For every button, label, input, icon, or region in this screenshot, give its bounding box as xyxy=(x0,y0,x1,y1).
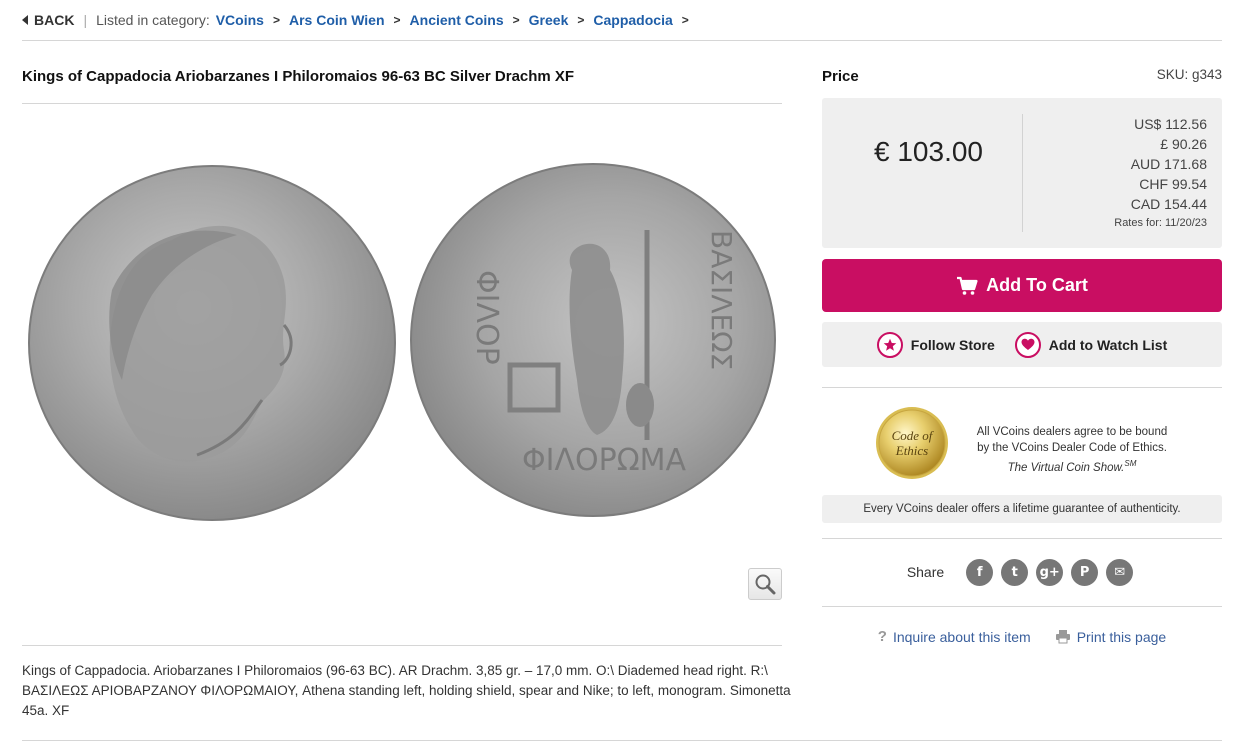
rates-date: Rates for: 11/20/23 xyxy=(1114,217,1207,229)
pinterest-icon[interactable]: P xyxy=(1071,558,1099,586)
printer-icon xyxy=(1055,630,1070,644)
coin-reverse: ΦΙΛΟΡ ΦΙΛΟΡΩΜΑ ΒΑΣΙΛΕΩΣ xyxy=(410,163,776,517)
breadcrumb-link-ancient-coins[interactable]: Ancient Coins xyxy=(410,12,504,28)
inquire-link[interactable]: ? Inquire about this item xyxy=(878,628,1031,645)
coin-obverse xyxy=(28,165,396,521)
print-link[interactable]: Print this page xyxy=(1055,628,1167,645)
ethics-statement: All VCoins dealers agree to be bound by … xyxy=(962,424,1182,476)
breadcrumb-listed-label: Listed in category: xyxy=(96,12,210,28)
follow-store-label: Follow Store xyxy=(910,336,995,353)
add-to-watch-list-button[interactable]: Add to Watch List xyxy=(1014,331,1168,358)
divider xyxy=(22,645,782,646)
coin-image[interactable]: ΦΙΛΟΡ ΦΙΛΟΡΩΜΑ ΒΑΣΙΛΕΩΣ xyxy=(22,150,782,530)
code-of-ethics-seal[interactable]: Code of Ethics xyxy=(875,406,949,480)
sku-label: SKU: g343 xyxy=(1156,67,1222,82)
divider xyxy=(822,606,1222,607)
item-links: ? Inquire about this item Print this pag… xyxy=(822,628,1222,645)
breadcrumb-arrow: > xyxy=(393,13,401,27)
share-label: Share xyxy=(906,564,945,580)
svg-text:ΒΑΣΙΛΕΩΣ: ΒΑΣΙΛΕΩΣ xyxy=(705,230,738,370)
ethics-line: by the VCoins Dealer Code of Ethics. xyxy=(977,442,1167,454)
rate-usd: US$ 112.56 xyxy=(1134,116,1207,132)
print-label: Print this page xyxy=(1076,628,1167,645)
twitter-icon[interactable]: t xyxy=(1001,558,1029,586)
zoom-button[interactable] xyxy=(748,568,782,600)
back-button[interactable]: BACK xyxy=(22,12,74,28)
divider xyxy=(1022,114,1023,232)
ethics-tagline: The Virtual Coin Show.SM xyxy=(1007,459,1137,474)
breadcrumb-arrow: > xyxy=(577,13,585,27)
breadcrumb-link-greek[interactable]: Greek xyxy=(529,12,569,28)
ethics-line: All VCoins dealers agree to be bound xyxy=(976,426,1168,438)
follow-store-button[interactable]: Follow Store xyxy=(876,331,995,358)
rate-aud: AUD 171.68 xyxy=(1130,156,1207,172)
breadcrumb-link-store[interactable]: Ars Coin Wien xyxy=(289,12,385,28)
divider xyxy=(22,40,1222,41)
breadcrumb-divider: | xyxy=(83,12,88,28)
divider xyxy=(22,103,782,104)
breadcrumb-link-vcoins[interactable]: VCoins xyxy=(216,12,264,28)
follow-watch-bar: Follow Store Add to Watch List xyxy=(822,322,1222,367)
svg-text:ΦΙΛΟΡΩΜΑ: ΦΙΛΟΡΩΜΑ xyxy=(522,443,686,478)
back-label: BACK xyxy=(34,12,75,28)
item-description: Kings of Cappadocia. Ariobarzanes I Phil… xyxy=(22,663,791,718)
svg-text:Ethics: Ethics xyxy=(895,443,929,458)
breadcrumb: BACK | Listed in category: VCoins > Ars … xyxy=(22,10,698,30)
rate-cad: CAD 154.44 xyxy=(1130,196,1207,212)
share-row: Share f t g+ P ✉ xyxy=(822,558,1222,586)
breadcrumb-arrow: > xyxy=(512,13,520,27)
star-icon xyxy=(876,331,903,358)
breadcrumb-arrow: > xyxy=(681,13,689,27)
google-plus-icon[interactable]: g+ xyxy=(1036,558,1064,586)
email-icon[interactable]: ✉ xyxy=(1106,558,1134,586)
question-icon: ? xyxy=(877,628,887,645)
svg-text:Code of: Code of xyxy=(892,428,935,443)
breadcrumb-link-cappadocia[interactable]: Cappadocia xyxy=(593,12,672,28)
facebook-icon[interactable]: f xyxy=(966,558,994,586)
price-panel: € 103.00 US$ 112.56 £ 90.26 AUD 171.68 C… xyxy=(822,98,1222,248)
svg-text:ΦΙΛΟΡ: ΦΙΛΟΡ xyxy=(469,270,504,365)
magnifier-icon xyxy=(755,574,776,595)
heart-icon xyxy=(1014,331,1041,358)
guarantee-notice: Every VCoins dealer offers a lifetime gu… xyxy=(822,495,1222,523)
rate-chf: CHF 99.54 xyxy=(1139,176,1207,192)
breadcrumb-arrow: > xyxy=(272,13,280,27)
add-to-cart-label: Add To Cart xyxy=(986,275,1088,295)
price-main: € 103.00 xyxy=(874,136,983,167)
watch-list-label: Add to Watch List xyxy=(1048,336,1168,353)
cart-icon xyxy=(957,276,978,295)
rate-gbp: £ 90.26 xyxy=(1160,136,1207,152)
add-to-cart-button[interactable]: Add To Cart xyxy=(822,259,1222,312)
divider xyxy=(22,740,1222,741)
item-title: Kings of Cappadocia Ariobarzanes I Philo… xyxy=(22,68,575,85)
divider xyxy=(822,387,1222,388)
back-arrow-icon xyxy=(22,15,28,25)
currency-rates: US$ 112.56 £ 90.26 AUD 171.68 CHF 99.54 … xyxy=(1131,114,1207,214)
divider xyxy=(822,538,1222,539)
inquire-label: Inquire about this item xyxy=(892,628,1031,645)
price-label: Price xyxy=(822,68,859,85)
